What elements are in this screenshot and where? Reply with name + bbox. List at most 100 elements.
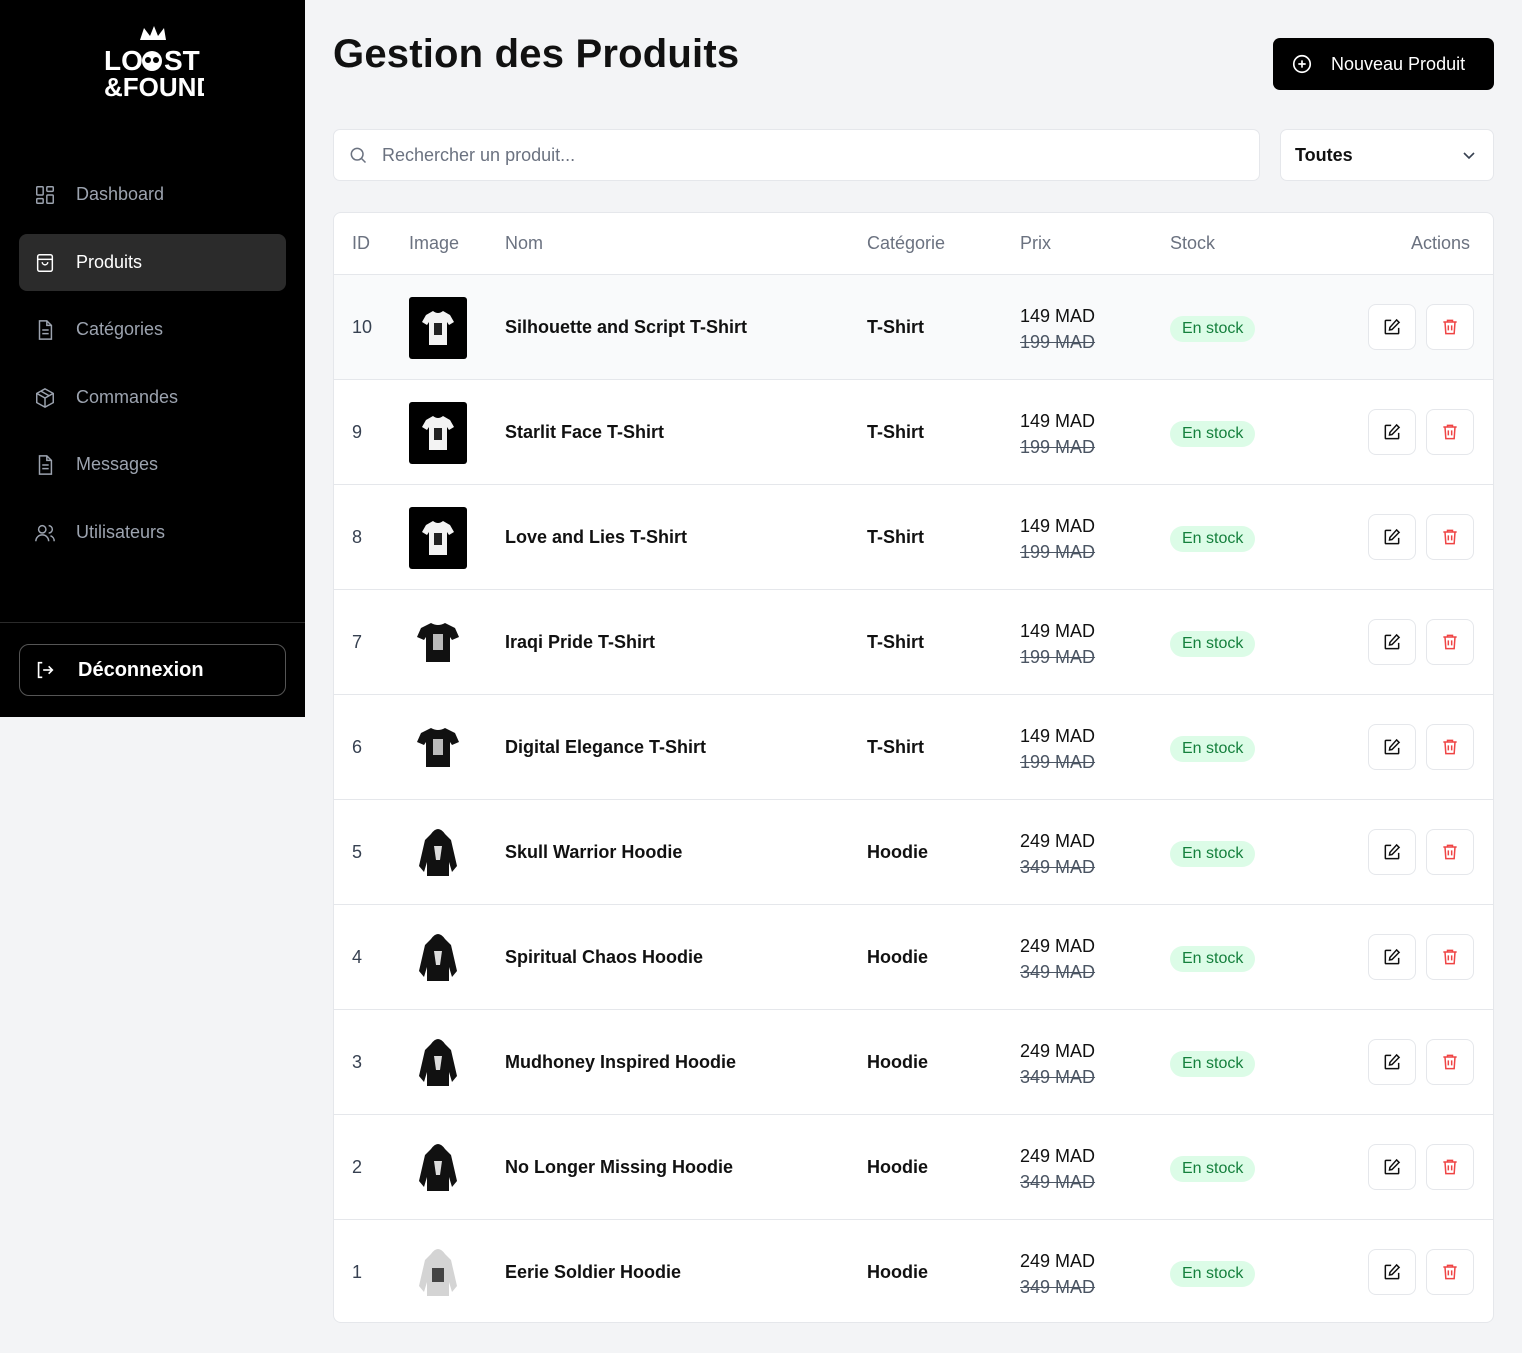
product-image xyxy=(409,297,467,359)
users-icon xyxy=(33,521,57,545)
old-price: 199 MAD xyxy=(1020,752,1096,772)
old-price: 349 MAD xyxy=(1020,1067,1096,1087)
edit-button[interactable] xyxy=(1368,829,1416,875)
sidebar-item-label: Produits xyxy=(76,252,143,272)
edit-icon xyxy=(1382,737,1402,757)
delete-button[interactable] xyxy=(1426,514,1474,560)
column-header-stock: Stock xyxy=(1170,233,1216,253)
table-row: 10 Silhouette and Script T-Shirt T-Shirt 14… xyxy=(334,275,1493,380)
product-id: 6 xyxy=(352,737,363,757)
sidebar-item-dashboard[interactable]: Dashboard xyxy=(19,166,286,223)
product-image xyxy=(409,507,467,569)
stock-badge: En stock xyxy=(1170,526,1256,552)
new-product-button[interactable]: Nouveau Produit xyxy=(1273,38,1494,90)
product-category: Hoodie xyxy=(867,1262,928,1282)
stock-badge: En stock xyxy=(1170,1156,1256,1182)
product-name: No Longer Missing Hoodie xyxy=(505,1157,733,1177)
logout-button[interactable]: Déconnexion xyxy=(19,644,286,696)
brand-logo[interactable]: LO ST &FOUND xyxy=(100,26,215,102)
stock-badge: En stock xyxy=(1170,841,1256,867)
sidebar-item-produits[interactable]: Produits xyxy=(19,234,286,291)
table-row: 9 Starlit Face T-Shirt T-Shirt 149 MAD 199 M… xyxy=(334,380,1493,485)
column-header-id: ID xyxy=(352,233,370,253)
edit-button[interactable] xyxy=(1368,514,1416,560)
sidebar-divider xyxy=(0,622,305,623)
sidebar-item-utilisateurs[interactable]: Utilisateurs xyxy=(19,504,286,561)
trash-icon xyxy=(1440,632,1460,652)
product-id: 1 xyxy=(352,1262,363,1282)
old-price: 199 MAD xyxy=(1020,332,1096,352)
product-id: 8 xyxy=(352,527,363,547)
edit-icon xyxy=(1382,422,1402,442)
trash-icon xyxy=(1440,947,1460,967)
products-table: ID Image Nom Catégorie Prix Stock Action… xyxy=(333,212,1494,1323)
product-id: 10 xyxy=(352,317,373,337)
edit-button[interactable] xyxy=(1368,1039,1416,1085)
current-price: 249 MAD xyxy=(1020,1041,1096,1061)
product-price: 249 MAD 349 MAD xyxy=(1020,933,1095,985)
document-icon xyxy=(33,453,57,477)
product-image xyxy=(409,402,467,464)
edit-button[interactable] xyxy=(1368,1249,1416,1295)
sidebar-item-label: Utilisateurs xyxy=(76,522,166,542)
plus-circle-icon xyxy=(1291,53,1313,75)
current-price: 149 MAD xyxy=(1020,621,1096,641)
current-price: 149 MAD xyxy=(1020,516,1096,536)
edit-button[interactable] xyxy=(1368,304,1416,350)
delete-button[interactable] xyxy=(1426,304,1474,350)
current-price: 249 MAD xyxy=(1020,831,1096,851)
product-price: 249 MAD 349 MAD xyxy=(1020,828,1095,880)
trash-icon xyxy=(1440,1262,1460,1282)
table-row: 4 Spiritual Chaos Hoodie Hoodie 249 MAD 349 … xyxy=(334,905,1493,1010)
product-name: Spiritual Chaos Hoodie xyxy=(505,947,704,967)
delete-button[interactable] xyxy=(1426,1144,1474,1190)
table-row: 7 Iraqi Pride T-Shirt T-Shirt 149 MAD 199 MA… xyxy=(334,590,1493,695)
search-icon xyxy=(348,145,368,165)
document-icon xyxy=(33,318,57,342)
edit-button[interactable] xyxy=(1368,724,1416,770)
sidebar-item-categories[interactable]: Catégories xyxy=(19,301,286,358)
old-price: 199 MAD xyxy=(1020,542,1096,562)
product-name: Silhouette and Script T-Shirt xyxy=(505,317,748,337)
sidebar-item-label: Catégories xyxy=(76,319,164,339)
trash-icon xyxy=(1440,737,1460,757)
old-price: 349 MAD xyxy=(1020,962,1096,982)
product-image xyxy=(409,1137,467,1199)
edit-button[interactable] xyxy=(1368,934,1416,980)
delete-button[interactable] xyxy=(1426,1039,1474,1085)
product-price: 149 MAD 199 MAD xyxy=(1020,723,1095,775)
edit-icon xyxy=(1382,1262,1402,1282)
product-category: Hoodie xyxy=(867,842,928,862)
delete-button[interactable] xyxy=(1426,724,1474,770)
edit-button[interactable] xyxy=(1368,409,1416,455)
sidebar-item-label: Dashboard xyxy=(76,184,165,204)
product-category: Hoodie xyxy=(867,1157,928,1177)
delete-button[interactable] xyxy=(1426,409,1474,455)
package-icon xyxy=(33,386,57,410)
delete-button[interactable] xyxy=(1426,619,1474,665)
search-input[interactable] xyxy=(382,144,1242,166)
category-select-value: Toutes xyxy=(1295,144,1353,165)
sidebar-item-label: Commandes xyxy=(76,387,179,407)
edit-button[interactable] xyxy=(1368,1144,1416,1190)
edit-button[interactable] xyxy=(1368,619,1416,665)
trash-icon xyxy=(1440,527,1460,547)
delete-button[interactable] xyxy=(1426,829,1474,875)
product-image xyxy=(409,1242,467,1304)
sidebar-item-commandes[interactable]: Commandes xyxy=(19,369,286,426)
new-product-label: Nouveau Produit xyxy=(1331,53,1466,74)
table-row: 8 Love and Lies T-Shirt T-Shirt 149 MAD 199 … xyxy=(334,485,1493,590)
delete-button[interactable] xyxy=(1426,1249,1474,1295)
table-header: ID Image Nom Catégorie Prix Stock Action… xyxy=(334,213,1493,275)
product-price: 149 MAD 199 MAD xyxy=(1020,408,1095,460)
column-header-price: Prix xyxy=(1020,233,1051,253)
product-id: 2 xyxy=(352,1157,363,1177)
sidebar-item-messages[interactable]: Messages xyxy=(19,436,286,493)
column-header-name: Nom xyxy=(505,233,544,253)
category-select[interactable]: Toutes xyxy=(1280,129,1494,181)
delete-button[interactable] xyxy=(1426,934,1474,980)
old-price: 349 MAD xyxy=(1020,1172,1096,1192)
product-id: 3 xyxy=(352,1052,363,1072)
trash-icon xyxy=(1440,842,1460,862)
product-name: Mudhoney Inspired Hoodie xyxy=(505,1052,737,1072)
